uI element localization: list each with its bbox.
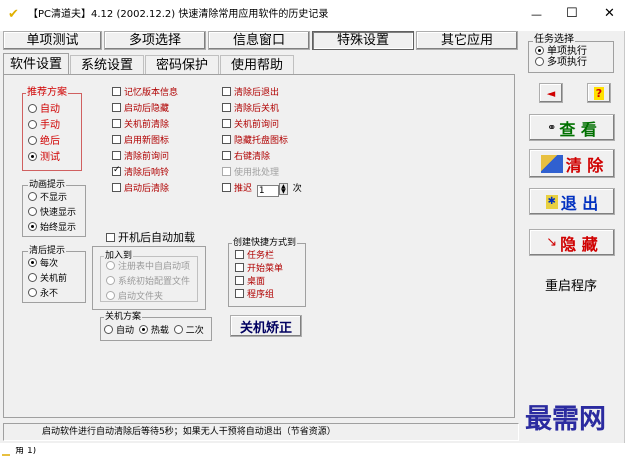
- radio-autoload-sysini[interactable]: 系统初始配置文件: [106, 276, 190, 288]
- clean-hint-title: 清后提示: [28, 246, 67, 256]
- shortcut-title: 创建快捷方式到: [232, 238, 298, 248]
- subtab-system-settings[interactable]: 系统设置: [70, 55, 144, 74]
- close-button[interactable]: ✕: [604, 6, 615, 21]
- exit-icon: ✱: [545, 194, 558, 209]
- check-clean-on-start[interactable]: 启动后清除: [112, 183, 178, 199]
- check-shortcut-desktop[interactable]: 桌面: [235, 276, 283, 289]
- options-column-1: 记忆版本信息 启动后隐藏 关机前清除 启用新图标 清除前询问 清除后响铃 启动后…: [112, 87, 178, 199]
- tab-info-window[interactable]: 信息窗口: [208, 31, 310, 50]
- app-icon: ✔: [8, 7, 19, 22]
- check-delay[interactable]: [222, 183, 231, 192]
- client-area: 单项测试 多项选择 信息窗口 特殊设置 其它应用 软件设置 系统设置 密码保护 …: [0, 31, 625, 443]
- check-exit-after-clean[interactable]: 清除后退出: [222, 87, 302, 103]
- taskbar-item[interactable]: 角 1): [2, 447, 36, 456]
- check-ask-before-shutdown[interactable]: 关机前询问: [222, 119, 302, 135]
- clean-button[interactable]: 清 除: [529, 149, 615, 178]
- tab-special-settings[interactable]: 特殊设置: [312, 31, 414, 50]
- clean-hint-options: 每次 关机前 永不: [28, 258, 67, 300]
- shutdown-options: 自动 热载 二次: [104, 325, 204, 337]
- title-bar: ✔ 【PC清道夫】4.12 (2002.12.2) 快速清除常用应用软件的历史记…: [0, 0, 635, 31]
- delay-unit: 次: [292, 184, 302, 194]
- minimize-button[interactable]: —: [531, 8, 542, 21]
- maximize-button[interactable]: ☐: [566, 6, 578, 21]
- radio-hint-before-shutdown[interactable]: 关机前: [28, 273, 67, 285]
- restart-program-link[interactable]: 重启程序: [545, 279, 597, 294]
- right-panel: 任务选择 单项执行 多项执行 ◄ ? ⚭ 查 看 清 除 ✱ 退 出 ↘ 隐 藏…: [521, 31, 621, 421]
- autoload-inner-title: 加入到: [104, 251, 134, 261]
- check-right-click-clean[interactable]: 右键清除: [222, 151, 302, 167]
- tab-other-apps[interactable]: 其它应用: [416, 31, 518, 50]
- broom-icon: [540, 154, 563, 173]
- check-shortcut-taskbar[interactable]: 任务栏: [235, 250, 283, 263]
- anim-title: 动画提示: [28, 180, 67, 190]
- subtab-help[interactable]: 使用帮助: [220, 55, 294, 74]
- radio-anim-always[interactable]: 始终显示: [28, 222, 76, 234]
- check-shortcut-startmenu[interactable]: 开始菜单: [235, 263, 283, 276]
- radio-hint-each[interactable]: 每次: [28, 258, 67, 270]
- taskbar-label: 角 1): [15, 447, 37, 456]
- watermark: 最需网: [525, 404, 606, 435]
- check-ask-before-clean[interactable]: 清除前询问: [112, 151, 178, 167]
- radio-autoload-registry[interactable]: 注册表中自启动项: [106, 261, 190, 273]
- check-shortcut-programs[interactable]: 程序组: [235, 289, 283, 302]
- help-button[interactable]: ?: [587, 83, 611, 103]
- check-new-icon[interactable]: 启用新图标: [112, 135, 178, 151]
- radio-shutdown-twice[interactable]: 二次: [173, 325, 204, 336]
- tab-single-test[interactable]: 单项测试: [3, 31, 102, 50]
- radio-multi-exec[interactable]: 多项执行: [535, 57, 587, 68]
- radio-manual[interactable]: 手动: [28, 120, 60, 132]
- help-icon: ?: [593, 86, 605, 100]
- subtab-software-settings[interactable]: 软件设置: [3, 53, 69, 74]
- radio-shutdown-auto[interactable]: 自动: [104, 325, 134, 336]
- options-column-2: 清除后退出 清除后关机 关机前询问 隐藏托盘图标 右键清除 使用批处理 推迟 1…: [222, 87, 302, 199]
- radio-anim-fast[interactable]: 快速显示: [28, 207, 76, 219]
- hide-button[interactable]: ↘ 隐 藏: [529, 229, 615, 256]
- check-hide-on-start[interactable]: 启动后隐藏: [112, 103, 178, 119]
- tab-multi-select[interactable]: 多项选择: [104, 31, 206, 50]
- recommend-options: 自动 手动 绝后 测试: [28, 104, 60, 164]
- back-arrow-icon: ◄: [546, 86, 556, 100]
- anim-options: 不显示 快速显示 始终显示: [28, 192, 76, 234]
- radio-test[interactable]: 测试: [28, 152, 60, 164]
- status-bar: 启动软件进行自动清除后等待5秒；如果无人干预将自动退出（节省资源）: [3, 423, 519, 441]
- delay-spinner[interactable]: ▲ ▼: [278, 183, 288, 195]
- subtab-password[interactable]: 密码保护: [145, 55, 219, 74]
- check-hide-tray-icon[interactable]: 隐藏托盘图标: [222, 135, 302, 151]
- binoculars-icon: ⚭: [547, 121, 557, 134]
- radio-autoload-startup-folder[interactable]: 启动文件夹: [106, 291, 190, 303]
- settings-panel: 推荐方案 自动 手动 绝后 测试 动画提示 不显示 快速显示 始终显示 清后提示…: [3, 74, 515, 418]
- radio-shutdown-hot[interactable]: 热载: [138, 325, 169, 336]
- recommend-title: 推荐方案: [26, 87, 68, 98]
- delay-row: 推迟 1 ▲ ▼ 次: [222, 183, 302, 199]
- back-button[interactable]: ◄: [539, 83, 563, 103]
- check-shutdown-after-clean[interactable]: 清除后关机: [222, 103, 302, 119]
- autoload-options: 注册表中自启动项 系统初始配置文件 启动文件夹: [106, 261, 190, 303]
- check-use-batch[interactable]: 使用批处理: [222, 167, 302, 183]
- radio-single-exec[interactable]: 单项执行: [535, 46, 587, 57]
- delay-label: 推迟: [234, 184, 253, 194]
- shortcut-options: 任务栏 开始菜单 桌面 程序组: [235, 250, 283, 302]
- shutdown-title: 关机方案: [104, 312, 143, 322]
- radio-anim-none[interactable]: 不显示: [28, 192, 76, 204]
- delay-input[interactable]: 1: [256, 185, 279, 197]
- shutdown-fix-button[interactable]: 关机矫正: [230, 315, 302, 337]
- radio-hint-never[interactable]: 永不: [28, 288, 67, 300]
- status-text: 启动软件进行自动清除后等待5秒；如果无人干预将自动退出（节省资源）: [42, 427, 336, 437]
- exit-button[interactable]: ✱ 退 出: [529, 188, 615, 215]
- hide-arrow-icon: ↘: [546, 235, 558, 250]
- task-select-options: 单项执行 多项执行: [535, 46, 587, 68]
- radio-auto[interactable]: 自动: [28, 104, 60, 116]
- view-button[interactable]: ⚭ 查 看: [529, 114, 615, 141]
- check-autoload[interactable]: 开机后自动加载: [106, 232, 195, 244]
- task-select-title: 任务选择: [533, 34, 575, 45]
- window-title: 【PC清道夫】4.12 (2002.12.2) 快速清除常用应用软件的历史记录: [28, 9, 329, 20]
- check-beep-after-clean[interactable]: 清除后响铃: [112, 165, 178, 183]
- check-remember-version[interactable]: 记忆版本信息: [112, 87, 178, 103]
- radio-absolute[interactable]: 绝后: [28, 136, 60, 148]
- check-clean-before-shutdown[interactable]: 关机前清除: [112, 119, 178, 135]
